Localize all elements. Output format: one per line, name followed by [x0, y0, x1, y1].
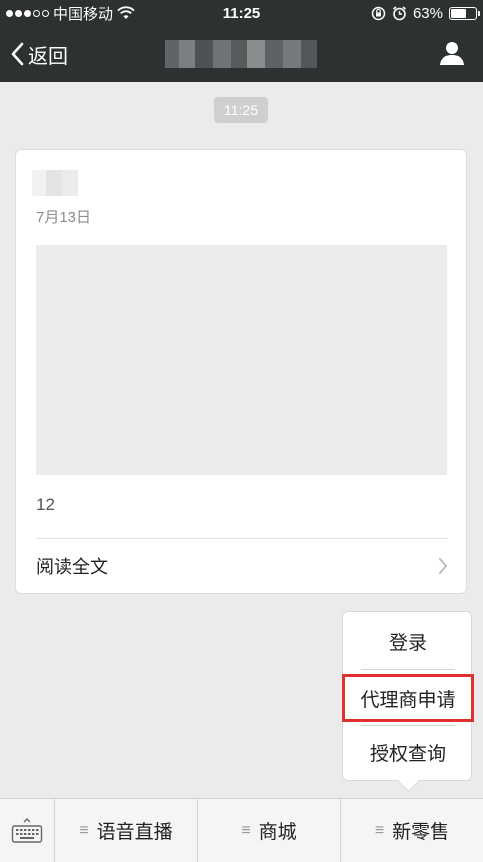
- keyboard-toggle-button[interactable]: [0, 799, 55, 862]
- menu-item-login[interactable]: 登录: [343, 617, 473, 665]
- article-date: 7月13日: [36, 209, 92, 226]
- person-icon: [440, 42, 464, 65]
- battery-icon: [449, 6, 480, 20]
- chevron-left-icon: [11, 42, 24, 66]
- status-left: 中国移动: [6, 3, 135, 24]
- keyboard-icon: [11, 817, 43, 843]
- profile-button[interactable]: [439, 40, 465, 71]
- menu-lines-icon: ≡: [241, 821, 251, 839]
- back-label: 返回: [28, 45, 68, 68]
- menu-lines-icon: ≡: [374, 821, 385, 839]
- page-title-pixelated: [165, 40, 317, 68]
- wifi-icon: [117, 6, 135, 19]
- article-title-pixelated: [32, 170, 78, 196]
- bottom-menu-bar: ≡ 语音直播 ≡ 商城 ≡ 新零售: [0, 798, 483, 862]
- menu-tab-label: 商城: [258, 822, 297, 843]
- menu-item-agent-application[interactable]: 代理商申请: [342, 674, 474, 722]
- menu-tab-mall[interactable]: ≡ 商城: [198, 799, 341, 862]
- battery-percent: 63%: [412, 4, 443, 22]
- read-more-label: 阅读全文: [36, 557, 108, 577]
- nav-bar: 返回: [0, 26, 483, 82]
- signal-strength-icon: [6, 9, 49, 17]
- carrier-name: 中国移动: [53, 5, 114, 23]
- menu-tab-label: 新零售: [392, 822, 450, 843]
- chat-timestamp: 11:25: [214, 97, 268, 123]
- alarm-icon: [392, 5, 406, 20]
- menu-tab-new-retail[interactable]: ≡ 新零售: [341, 799, 483, 862]
- menu-item-authorization-query[interactable]: 授权查询: [343, 728, 473, 776]
- read-full-article-link[interactable]: 阅读全文: [16, 539, 468, 593]
- article-card[interactable]: 7月13日 12 阅读全文: [15, 149, 467, 594]
- divider: [361, 669, 455, 670]
- article-summary: 12: [36, 495, 55, 514]
- status-bar: 中国移动 11:25 63%: [0, 0, 483, 26]
- menu-tab-voice-live[interactable]: ≡ 语音直播: [55, 799, 198, 862]
- divider: [361, 725, 455, 726]
- menu-tab-label: 语音直播: [96, 822, 173, 843]
- status-right: 63%: [371, 4, 480, 22]
- rotation-lock-icon: [371, 6, 386, 20]
- back-button[interactable]: 返回: [0, 26, 68, 82]
- chevron-right-icon: [439, 558, 447, 574]
- battery-level: [451, 8, 467, 18]
- menu-lines-icon: ≡: [79, 821, 89, 839]
- submenu-popup: 登录 代理商申请 授权查询: [342, 611, 474, 781]
- article-cover-image[interactable]: [36, 245, 447, 475]
